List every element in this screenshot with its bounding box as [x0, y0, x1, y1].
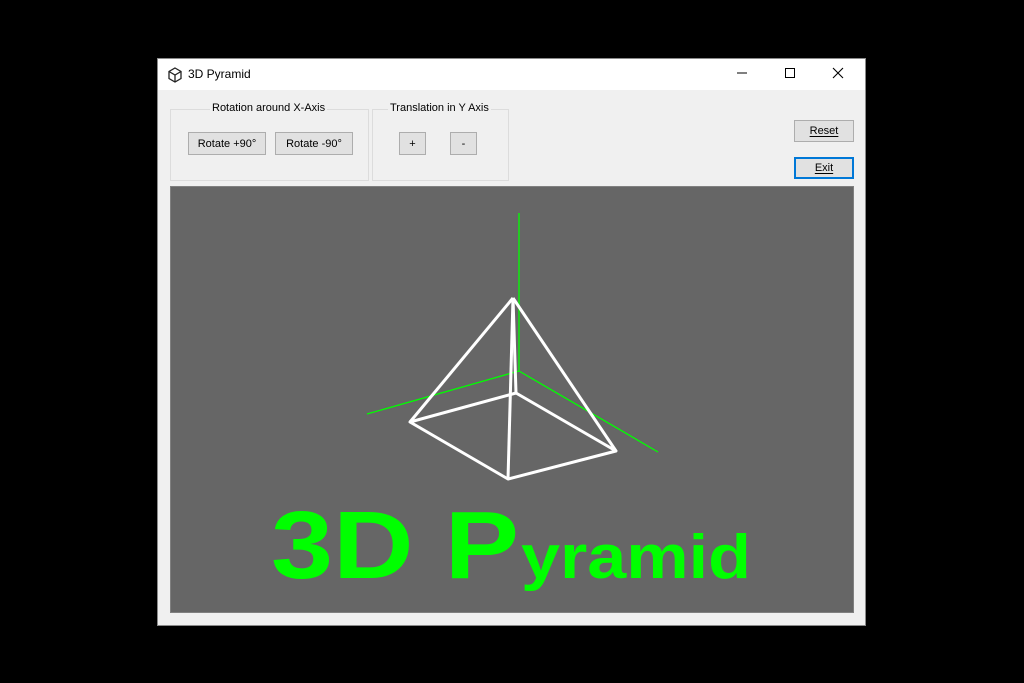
minimize-button[interactable] — [719, 59, 765, 90]
app-window: 3D Pyramid Rotation around X-Axis Rotate… — [157, 58, 866, 626]
rotate-plus-90-button[interactable]: Rotate +90° — [188, 132, 266, 155]
pyramid-edge — [511, 297, 618, 452]
exit-button[interactable]: Exit — [794, 157, 854, 179]
pyramid-wireframe — [408, 297, 618, 481]
axis-left — [366, 370, 520, 415]
maximize-button[interactable] — [767, 59, 813, 90]
close-button[interactable] — [815, 59, 861, 90]
rotation-groupbox: Rotation around X-Axis Rotate +90° Rotat… — [170, 102, 369, 181]
title-bar[interactable]: 3D Pyramid — [158, 59, 865, 90]
rotation-group-label: Rotation around X-Axis — [210, 102, 328, 114]
exit-label: Exit — [814, 162, 834, 174]
banner-suffix: yramid — [521, 523, 751, 592]
translate-y-minus-button[interactable]: - — [450, 132, 477, 155]
rotate-minus-90-button[interactable]: Rotate -90° — [275, 132, 353, 155]
close-icon — [832, 66, 844, 84]
minimize-icon — [736, 66, 748, 84]
pyramid-edge — [506, 297, 515, 480]
maximize-icon — [784, 66, 796, 84]
translate-y-plus-button[interactable]: + — [399, 132, 426, 155]
pyramid-edge — [408, 297, 515, 423]
cube-icon — [167, 67, 183, 83]
reset-button[interactable]: Reset — [794, 120, 854, 142]
window-title: 3D Pyramid — [188, 67, 251, 81]
banner-prefix: 3D P — [271, 492, 519, 599]
translation-group-label: Translation in Y Axis — [388, 102, 491, 114]
scene-svg: 3D Pyramid — [271, 213, 751, 599]
translation-groupbox: Translation in Y Axis + - — [372, 102, 509, 181]
reset-label: Reset — [809, 125, 839, 137]
render-canvas[interactable]: 3D Pyramid — [170, 186, 854, 613]
banner-title: 3D Pyramid — [271, 492, 751, 599]
